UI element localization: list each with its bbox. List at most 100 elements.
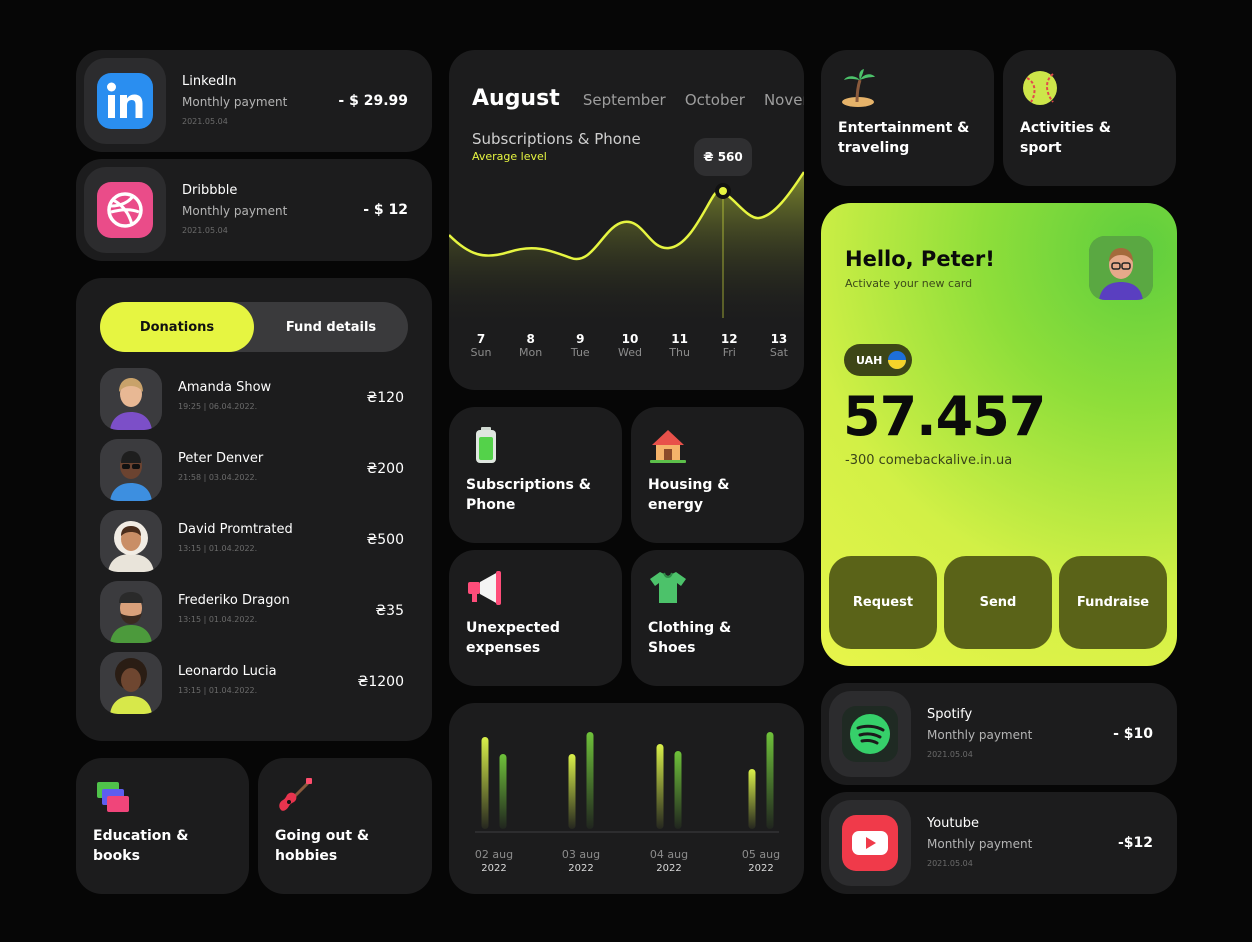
bar[interactable] — [674, 751, 682, 829]
bar-category-label: 02 aug — [475, 848, 513, 861]
donor-name: Leonardo Lucia — [178, 664, 277, 679]
bar-category-label: 2022 — [568, 863, 593, 874]
bar-category-label: 03 aug — [562, 848, 600, 861]
donation-row[interactable]: Leonardo Lucia 13:15 | 01.04.2022. ₴1200 — [100, 652, 408, 714]
category-label: Housing & energy — [648, 477, 730, 513]
spotify-app-tile — [829, 691, 911, 777]
payment-subtitle: Monthly payment — [927, 728, 1033, 742]
payment-subtitle: Monthly payment — [182, 95, 288, 109]
payment-date: 2021.05.04 — [182, 226, 228, 235]
avatar-amanda-icon — [100, 368, 162, 430]
category-label: Activities & sport — [1020, 120, 1111, 156]
spotify-payment-card[interactable]: Spotify Monthly payment 2021.05.04 - $10 — [821, 683, 1177, 785]
day-tick[interactable]: 8 Mon — [513, 332, 549, 359]
donation-amount: ₴1200 — [357, 674, 404, 690]
avatar-frederiko-icon — [100, 581, 162, 643]
day-tick[interactable]: 13 Sat — [761, 332, 797, 359]
donation-row[interactable]: David Promtrated 13:15 | 01.04.2022. ₴50… — [100, 510, 408, 572]
donation-time: 19:25 | 06.04.2022. — [178, 402, 258, 411]
payment-date: 2021.05.04 — [182, 117, 228, 126]
bar-category-label: 05 aug — [742, 848, 780, 861]
fundraise-button[interactable]: Fundraise — [1059, 556, 1167, 649]
bar-chart-card: 02 aug 2022 03 aug 2022 04 aug 2022 05 aug 2022 — [449, 703, 804, 894]
tab-donations[interactable]: Donations — [100, 302, 254, 352]
bar[interactable] — [568, 754, 576, 829]
category-label: Unexpected expenses — [466, 620, 560, 656]
greeting-title: Hello, Peter! — [845, 247, 995, 271]
bar-category-label: 2022 — [656, 863, 681, 874]
avatar-leonardo-icon — [100, 652, 162, 714]
donation-time: 13:15 | 01.04.2022. — [178, 544, 258, 553]
payment-amount: - $10 — [1113, 726, 1153, 742]
payment-name: Dribbble — [182, 183, 238, 198]
spending-line-chart-card: August September October Novem Subscript… — [449, 50, 804, 390]
donation-time: 13:15 | 01.04.2022. — [178, 686, 258, 695]
donations-tab-bar: Donations Fund details — [100, 302, 408, 352]
ukraine-flag-icon — [888, 351, 907, 369]
bar-category-label: 2022 — [748, 863, 773, 874]
send-button[interactable]: Send — [944, 556, 1052, 649]
bar[interactable] — [586, 732, 594, 829]
donation-row[interactable]: Peter Denver 21:58 | 03.04.2022. ₴200 — [100, 439, 408, 501]
dribbble-icon — [97, 182, 153, 238]
donation-amount: ₴500 — [366, 532, 404, 548]
payment-name: Youtube — [927, 816, 979, 831]
day-tick[interactable]: 11 Thu — [662, 332, 698, 359]
avatar — [100, 368, 162, 430]
payment-date: 2021.05.04 — [927, 750, 973, 759]
donations-card: Donations Fund details Amanda Show 19:25… — [76, 278, 432, 741]
currency-pill[interactable]: UAH — [844, 344, 912, 376]
donation-row[interactable]: Frederiko Dragon 13:15 | 01.04.2022. ₴35 — [100, 581, 408, 643]
day-tick[interactable]: 9 Tue — [562, 332, 598, 359]
balance-note: -300 comebackalive.in.ua — [845, 453, 1013, 468]
bar[interactable] — [656, 744, 664, 829]
bar[interactable] — [499, 754, 507, 829]
request-button[interactable]: Request — [829, 556, 937, 649]
category-subscriptions-phone[interactable]: Subscriptions & Phone — [449, 407, 622, 543]
battery-icon — [476, 427, 496, 463]
bar[interactable] — [481, 737, 489, 829]
day-tick[interactable]: 12 Fri — [711, 332, 747, 359]
bar-chart: 02 aug 2022 03 aug 2022 04 aug 2022 05 aug 2022 — [475, 732, 780, 874]
guitar-icon — [279, 778, 312, 811]
category-unexpected-expenses[interactable]: Unexpected expenses — [449, 550, 622, 686]
profile-avatar[interactable] — [1089, 236, 1153, 300]
donation-row[interactable]: Amanda Show 19:25 | 06.04.2022. ₴120 — [100, 368, 408, 430]
bar[interactable] — [766, 732, 774, 829]
avatar — [100, 439, 162, 501]
donor-name: Peter Denver — [178, 451, 264, 466]
bar[interactable] — [748, 769, 756, 829]
day-tick[interactable]: 7 Sun — [463, 332, 499, 359]
dribbble-payment-card[interactable]: Dribbble Monthly payment 2021.05.04 - $ … — [76, 159, 432, 261]
house-icon — [650, 430, 686, 463]
day-tick[interactable]: 10 Wed — [612, 332, 648, 359]
category-label: Education & books — [93, 828, 189, 864]
category-going-out-hobbies[interactable]: Going out & hobbies — [258, 758, 432, 894]
line-chart-area — [449, 172, 804, 330]
spotify-icon — [842, 706, 898, 762]
avatar-peter-profile-icon — [1089, 236, 1153, 300]
youtube-payment-card[interactable]: Youtube Monthly payment 2021.05.04 -$12 — [821, 792, 1177, 894]
avatar — [100, 652, 162, 714]
books-icon — [97, 782, 129, 812]
avatar-peter-icon — [100, 439, 162, 501]
payment-date: 2021.05.04 — [927, 859, 973, 868]
palm-island-icon — [842, 69, 875, 107]
payment-name: Spotify — [927, 707, 973, 722]
day-axis: 7 Sun 8 Mon 9 Tue 10 Wed 11 Thu 12 Fri 13 Sat — [463, 332, 797, 359]
category-education-books[interactable]: Education & books — [76, 758, 249, 894]
linkedin-payment-card[interactable]: LinkedIn Monthly payment 2021.05.04 - $ … — [76, 50, 432, 152]
category-clothing-shoes[interactable]: Clothing & Shoes — [631, 550, 804, 686]
category-label: Entertainment & traveling — [838, 120, 970, 156]
donor-name: David Promtrated — [178, 522, 293, 537]
donor-name: Frederiko Dragon — [178, 593, 290, 608]
avatar — [100, 510, 162, 572]
category-activities-sport[interactable]: Activities & sport — [1003, 50, 1176, 186]
category-entertainment-traveling[interactable]: Entertainment & traveling — [821, 50, 994, 186]
category-label: Clothing & Shoes — [648, 620, 732, 656]
linkedin-app-tile — [84, 58, 166, 144]
megaphone-icon — [468, 571, 501, 605]
payment-name: LinkedIn — [182, 74, 237, 89]
tab-fund-details[interactable]: Fund details — [254, 302, 408, 352]
category-housing-energy[interactable]: Housing & energy — [631, 407, 804, 543]
